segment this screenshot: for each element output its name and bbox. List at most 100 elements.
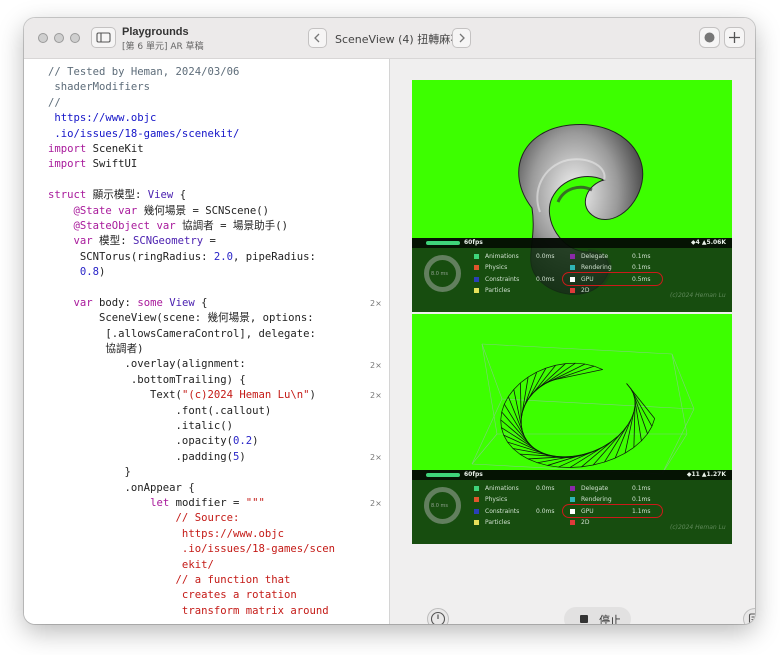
plus-icon [729, 32, 740, 43]
chevron-right-icon [459, 33, 465, 43]
stat-label: Particles [485, 286, 511, 294]
code-token: modifier = [169, 496, 246, 509]
code-line[interactable]: .overlay(alignment: [24, 357, 389, 372]
code-line[interactable]: creates a rotation [24, 588, 389, 603]
title-bar: Playgrounds [第 6 單元] AR 草稿 SceneView (4)… [24, 18, 755, 59]
wire-edge [575, 362, 586, 365]
zoom-window-button[interactable] [70, 33, 80, 43]
code-line[interactable]: .io/issues/18-games/scen [24, 542, 389, 557]
scene-view-shaded[interactable]: 60fps ◆4 ▲5.06K 8.0 ms Animations 0.0ms Physi… [412, 80, 732, 312]
code-line[interactable]: https://www.objc [24, 527, 389, 542]
code-line[interactable]: let modifier = """ [24, 496, 389, 511]
code-editor[interactable]: // Tested by Heman, 2024/03/06 shaderMod… [24, 59, 390, 624]
code-line[interactable] [24, 280, 389, 295]
scene-view-wireframe[interactable]: 60fps ◆11 ▲1.27K 8.0 ms Animations 0.0ms Phys… [412, 314, 732, 544]
result-count-badge[interactable]: 2× [370, 391, 382, 400]
result-count-badge[interactable]: 2× [370, 361, 382, 370]
stat-label: Animations [485, 485, 519, 492]
sidebar-icon [96, 32, 111, 43]
code-line[interactable]: .onAppear { [24, 481, 389, 496]
code-token: ) [309, 389, 316, 402]
result-count-badge[interactable]: 2× [370, 453, 382, 462]
code-line[interactable]: .italic() [24, 419, 389, 434]
code-line[interactable]: // a function that [24, 573, 389, 588]
code-line[interactable]: .bottomTrailing) { [24, 373, 389, 388]
code-line[interactable]: 0.8) [24, 265, 389, 280]
code-token: .font(.callout) [48, 404, 272, 417]
code-line[interactable]: var body: some View { [24, 296, 389, 311]
code-token: @State [48, 204, 112, 217]
metrics-button[interactable] [427, 608, 449, 624]
result-count-badge[interactable]: 2× [370, 299, 382, 308]
code-line[interactable]: import SceneKit [24, 142, 389, 157]
stat-label: 2D [581, 518, 590, 526]
wire-edge [500, 419, 502, 428]
code-line[interactable]: // Source: [24, 511, 389, 526]
code-token: creates a rotation [48, 589, 297, 602]
code-line[interactable]: SCNTorus(ringRadius: 2.0, pipeRadius: [24, 250, 389, 265]
code-token: 0.8 [79, 266, 100, 279]
code-line[interactable]: import SwiftUI [24, 157, 389, 172]
code-token: import [48, 142, 87, 155]
code-line[interactable]: SceneView(scene: 幾何場景, options: [24, 311, 389, 326]
code-line[interactable]: @StateObject var 協調者 = 場景助手() [24, 219, 389, 234]
code-line[interactable]: transform matrix around [24, 604, 389, 619]
code-line[interactable]: [.allowsCameraControl], delegate: [24, 327, 389, 342]
minimize-window-button[interactable] [54, 33, 64, 43]
code-token: "(c)2024 Heman Lu\n" [181, 389, 310, 402]
sidebar-toggle-button[interactable] [91, 27, 116, 48]
code-line[interactable]: .font(.callout) [24, 404, 389, 419]
code-line[interactable]: // Tested by Heman, 2024/03/06 [24, 65, 389, 80]
result-count-badge[interactable]: 2× [370, 499, 382, 508]
wire-edge [527, 458, 538, 464]
code-token: .overlay(alignment: [48, 358, 246, 371]
wire-edge [614, 418, 632, 459]
stat-value: 0.1ms [632, 485, 651, 492]
chevron-left-icon [314, 33, 320, 43]
stat-swatch [474, 254, 479, 259]
wire-edge [500, 411, 503, 420]
wire-edge [481, 343, 503, 400]
code-line[interactable]: 協調者) [24, 342, 389, 357]
wire-edge [626, 383, 631, 389]
code-line[interactable]: ekit/ [24, 558, 389, 573]
code-text[interactable]: // Tested by Heman, 2024/03/06 shaderMod… [24, 65, 389, 619]
console-button[interactable] [743, 608, 755, 624]
stat-label: Animations [485, 253, 519, 260]
code-line[interactable]: https://www.objc [24, 111, 389, 126]
code-line[interactable] [24, 173, 389, 188]
code-line[interactable]: var 模型: SCNGeometry = [24, 234, 389, 249]
console-icon [748, 613, 755, 624]
wire-edge [481, 343, 498, 435]
code-token: = [203, 235, 216, 248]
record-button[interactable] [699, 27, 720, 48]
code-token: SwiftUI [86, 158, 138, 171]
fps-bar: 60fps ◆11 ▲1.27K [412, 470, 732, 480]
node-count-label: ◆4 ▲5.06K [691, 239, 726, 246]
code-line[interactable]: @State var 幾何場景 = SCNScene() [24, 204, 389, 219]
code-line[interactable]: .padding(5) [24, 450, 389, 465]
code-line[interactable]: .io/issues/18-games/scenekit/ [24, 127, 389, 142]
code-line[interactable]: .opacity(0.2) [24, 434, 389, 449]
close-window-button[interactable] [38, 33, 48, 43]
stat-label: Physics [485, 496, 508, 504]
playground-window: Playgrounds [第 6 單元] AR 草稿 SceneView (4)… [24, 18, 755, 624]
previous-page-button[interactable] [308, 28, 327, 48]
next-page-button[interactable] [452, 28, 471, 48]
code-line[interactable]: shaderModifiers [24, 80, 389, 95]
stat-label: Physics [485, 264, 508, 272]
stat-label: Delegate [581, 253, 609, 260]
code-line[interactable]: // [24, 96, 389, 111]
wire-edge [633, 440, 642, 448]
stat-label: Particles [485, 518, 511, 526]
wire-edge [592, 430, 624, 466]
stat-swatch [474, 508, 479, 514]
stat-value: 0.0ms [536, 253, 555, 260]
add-button[interactable] [724, 27, 745, 48]
code-line[interactable]: struct 顯示模型: View { [24, 188, 389, 203]
stop-button[interactable]: 停止 [564, 607, 631, 624]
code-token: 0.2 [232, 435, 253, 448]
code-line[interactable]: Text("(c)2024 Heman Lu\n") [24, 388, 389, 403]
code-line[interactable]: } [24, 465, 389, 480]
stat-swatch [474, 276, 479, 282]
